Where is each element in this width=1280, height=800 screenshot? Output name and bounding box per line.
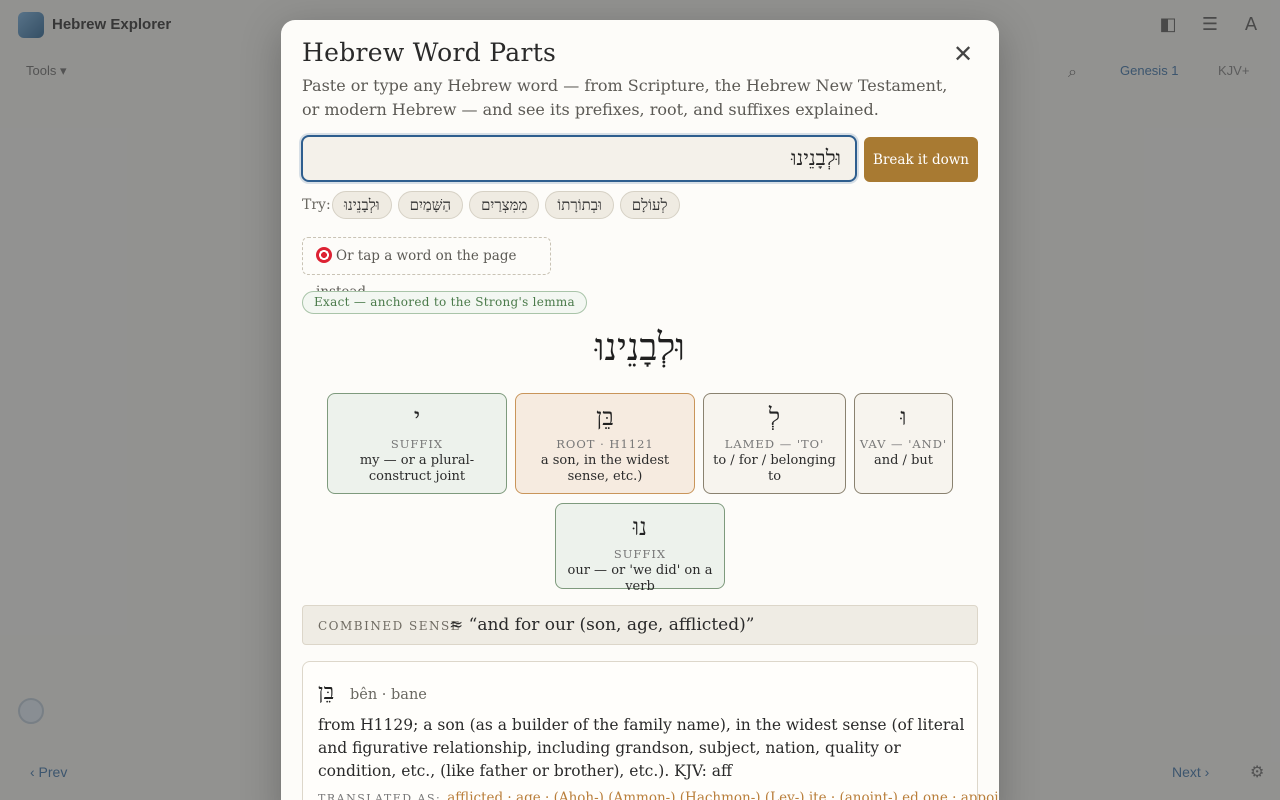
example-chip[interactable]: הַשָּׁמַיִם — [397, 191, 464, 219]
lexicon-hebrew: בֵּן — [318, 680, 335, 705]
part-gloss: our — or 'we did' on a verb — [567, 563, 713, 594]
part-card-lamed[interactable]: לְ LAMED — 'TO' to / for / belonging to — [703, 393, 846, 494]
tap-word-hint[interactable]: Or tap a word on the page instead — [302, 237, 551, 300]
part-hebrew: לְ — [768, 403, 781, 431]
part-hebrew: בֵּן — [596, 403, 614, 431]
example-chip[interactable]: וּלְבָנֵינוּ — [332, 191, 392, 219]
part-label: LAMED — 'TO' — [724, 437, 825, 451]
combined-label: COMBINED SENSE — [318, 619, 462, 633]
translated-as: TRANSLATED AS: afflicted · age · (Ahoh-) … — [318, 790, 999, 800]
part-label: VAV — 'AND' — [859, 437, 948, 451]
part-gloss: and / but — [873, 453, 933, 468]
part-card-root[interactable]: בֵּן ROOT · H1121 a son, in the widest s… — [515, 393, 695, 494]
part-gloss: to / for / belonging to — [713, 453, 836, 484]
example-chip[interactable]: וּבְתוֹרָתוֹ — [545, 191, 614, 219]
part-gloss: my — or a plural-construct joint — [359, 453, 475, 484]
close-icon[interactable]: ✕ — [951, 42, 975, 66]
part-hebrew: נוּ — [633, 513, 647, 541]
example-chip[interactable]: לְעוֹלָם — [619, 191, 680, 219]
part-gloss: a son, in the widest sense, etc.) — [540, 453, 670, 484]
word-parts-modal: Hebrew Word Parts ✕ Paste or type any He… — [281, 20, 999, 800]
example-chips: וּלְבָנֵינוּ הַשָּׁמַיִם מִמִּצְרַיִם וּ… — [332, 191, 680, 219]
target-icon — [316, 247, 332, 263]
translated-as-label: TRANSLATED AS: — [318, 792, 442, 800]
combined-sense: COMBINED SENSE ≈ “and for our (son, age,… — [302, 605, 978, 645]
lexicon-entry: בֵּן bên · bane from H1129; a son (as a … — [302, 661, 999, 800]
modal-description: Paste or type any Hebrew word — from Scr… — [302, 76, 948, 119]
break-it-down-button[interactable]: Break it down — [864, 137, 978, 182]
part-label: SUFFIX — [390, 437, 444, 451]
modal-title: Hebrew Word Parts — [302, 38, 557, 67]
lexicon-transliteration: bên · bane — [350, 687, 427, 703]
analyzed-word: וּלְבָנֵינוּ — [594, 325, 686, 369]
hebrew-word-input[interactable] — [301, 135, 857, 182]
part-label: SUFFIX — [613, 547, 667, 561]
combined-value: ≈ “and for our (son, age, afflicted)” — [449, 615, 755, 635]
part-label: ROOT · H1121 — [556, 437, 654, 451]
part-card-suffix-yod[interactable]: י SUFFIX my — or a plural-construct join… — [327, 393, 507, 494]
part-card-suffix-nu[interactable]: נוּ SUFFIX our — or 'we did' on a verb — [555, 503, 725, 594]
lexicon-definition: from H1129; a son (as a builder of the f… — [318, 716, 965, 780]
part-hebrew: י — [413, 403, 421, 431]
example-chip[interactable]: מִמִּצְרַיִם — [469, 191, 540, 219]
exact-match-badge: Exact — anchored to the Strong's lemma — [302, 291, 588, 314]
part-card-vav[interactable]: וּ VAV — 'AND' and / but — [854, 393, 953, 494]
translated-as-value: afflicted · age · (Ahoh-) (Ammon-) (Hach… — [447, 790, 999, 800]
part-hebrew: וּ — [900, 403, 907, 431]
try-label: Try: — [302, 197, 331, 213]
